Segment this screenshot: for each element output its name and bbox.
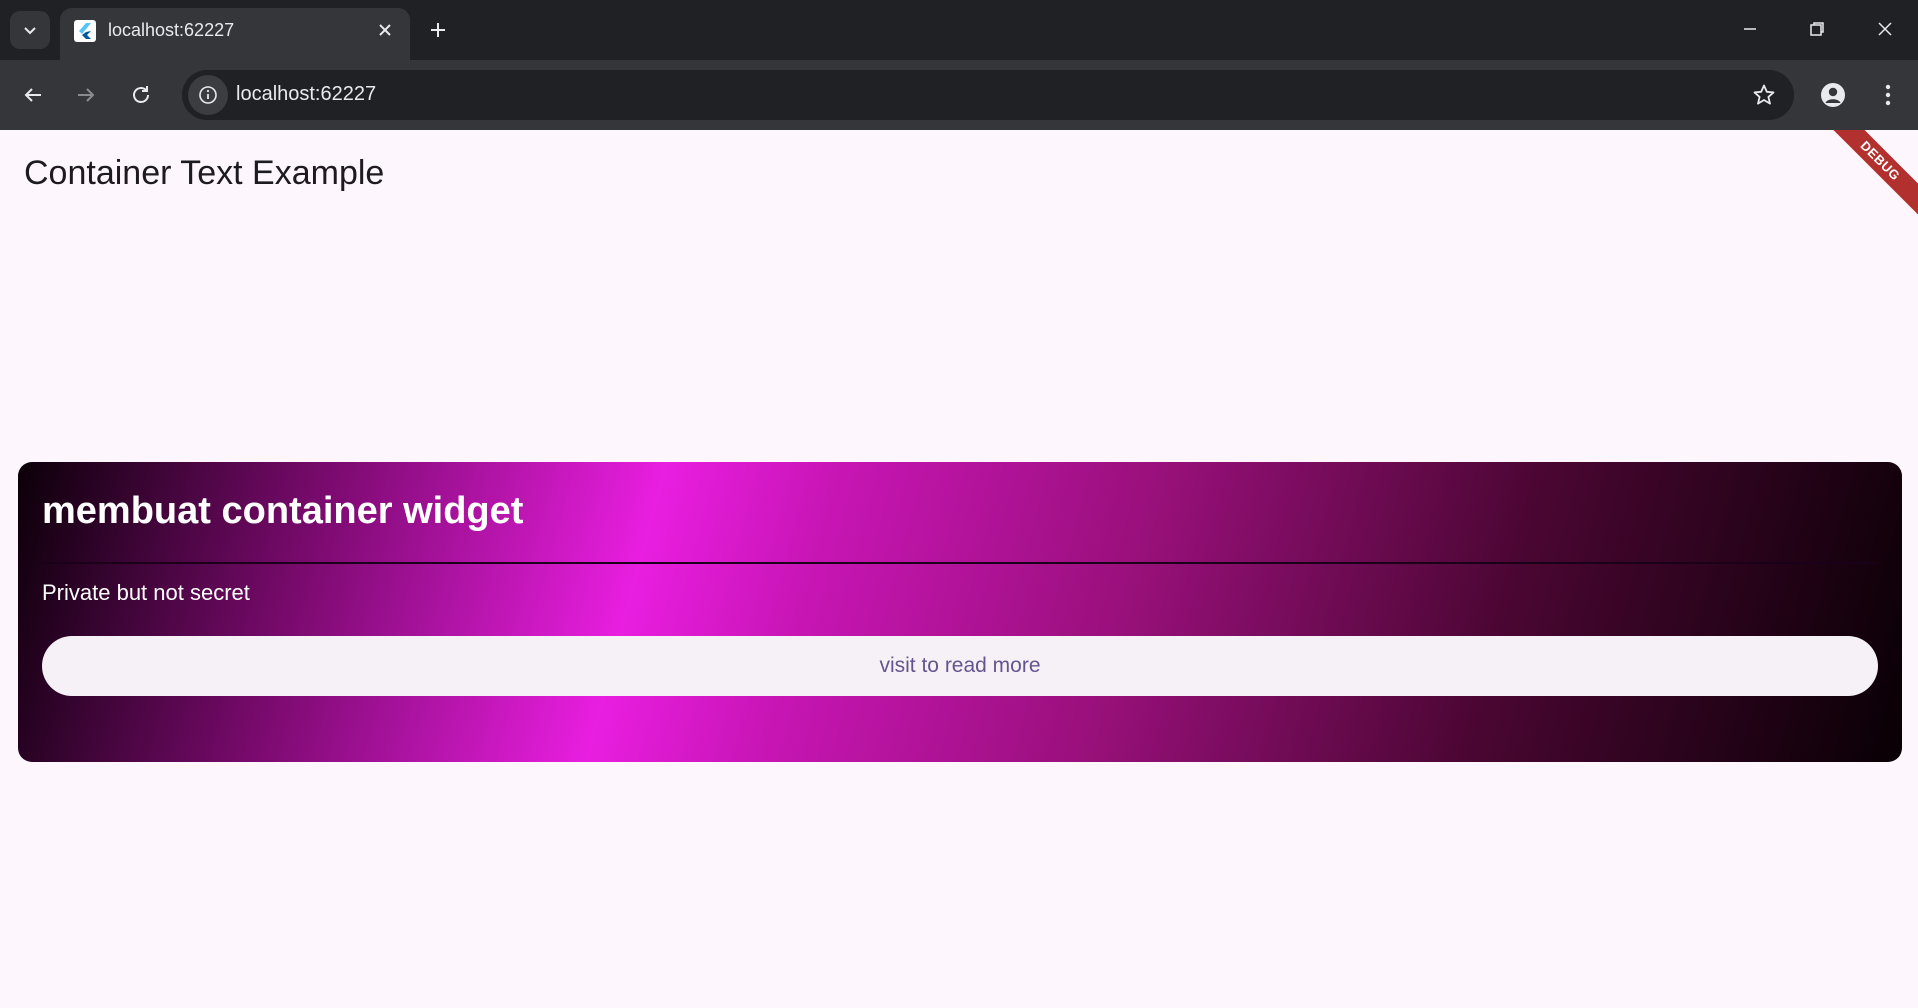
back-button[interactable] xyxy=(15,77,51,113)
card-heading: membuat container widget xyxy=(42,490,524,532)
tab-close-button[interactable] xyxy=(374,19,396,41)
site-info-button[interactable] xyxy=(188,75,228,115)
more-vertical-icon xyxy=(1885,84,1891,106)
page-content: Container Text Example DEBUG membuat con… xyxy=(0,130,1918,1008)
close-icon xyxy=(379,24,391,36)
arrow-right-icon xyxy=(78,88,95,102)
reload-icon xyxy=(133,86,149,103)
close-icon xyxy=(1878,22,1892,36)
profile-button[interactable] xyxy=(1815,77,1851,113)
card-divider xyxy=(42,562,1878,564)
minimize-button[interactable] xyxy=(1735,14,1765,44)
reload-button[interactable] xyxy=(123,77,159,113)
restore-button[interactable] xyxy=(1802,14,1832,44)
card-subtitle: Private but not secret xyxy=(42,580,250,605)
plus-icon xyxy=(431,23,445,37)
debug-banner: DEBUG xyxy=(1815,130,1918,226)
close-window-button[interactable] xyxy=(1870,14,1900,44)
forward-button[interactable] xyxy=(68,77,104,113)
app-bar-title: Container Text Example xyxy=(24,154,385,192)
browser-tab[interactable]: localhost:62227 xyxy=(60,8,410,60)
tab-title: localhost:62227 xyxy=(108,20,235,40)
gradient-container-card: membuat container widget Private but not… xyxy=(18,462,1902,762)
flutter-favicon-icon xyxy=(74,20,96,42)
browser-tab-strip: localhost:62227 xyxy=(0,0,1918,60)
tab-search-button[interactable] xyxy=(10,11,50,49)
url-text[interactable]: localhost:62227 xyxy=(236,83,376,106)
info-icon xyxy=(199,86,217,104)
visit-button[interactable]: visit to read more xyxy=(42,636,1878,696)
browser-menu-button[interactable] xyxy=(1870,77,1906,113)
star-icon xyxy=(1753,84,1775,105)
restore-icon xyxy=(1810,22,1824,36)
chevron-down-icon xyxy=(24,27,36,35)
browser-toolbar: localhost:62227 xyxy=(0,60,1918,130)
new-tab-button[interactable] xyxy=(425,17,451,43)
avatar-icon xyxy=(1821,83,1845,107)
address-bar[interactable]: localhost:62227 xyxy=(182,70,1794,120)
bookmark-button[interactable] xyxy=(1746,77,1782,113)
arrow-left-icon xyxy=(24,88,41,102)
minimize-icon xyxy=(1744,28,1756,30)
